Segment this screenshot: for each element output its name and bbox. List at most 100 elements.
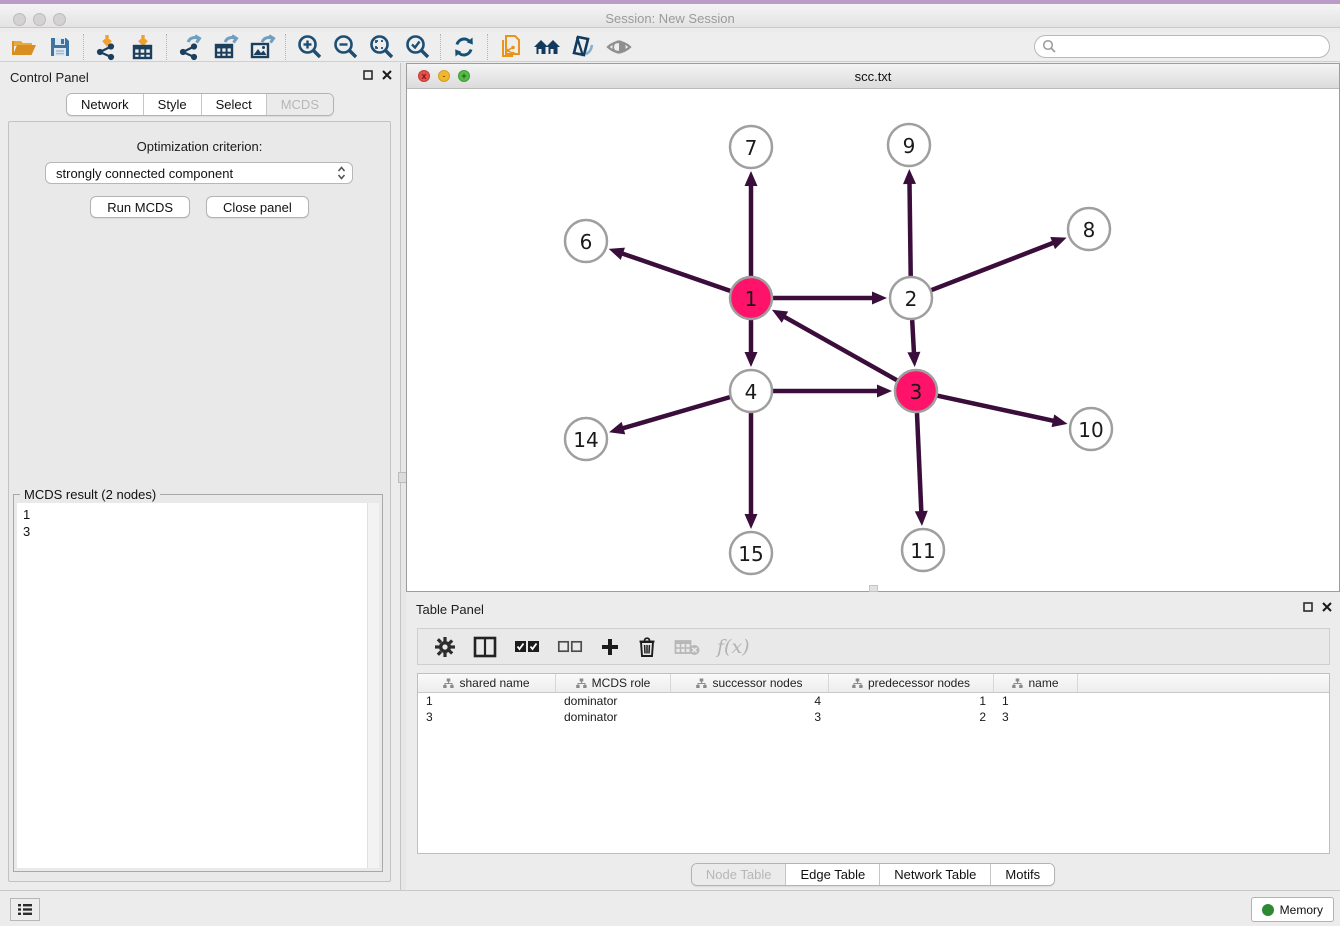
edge-arrowhead — [745, 514, 758, 529]
column-label: successor nodes — [712, 676, 802, 690]
mcds-result-groupbox: MCDS result (2 nodes) 1 3 — [13, 494, 383, 872]
export-image-icon[interactable] — [244, 33, 280, 61]
node-table[interactable]: shared name MCDS role successor nodes prede… — [417, 673, 1330, 854]
cell-shared-name: 1 — [418, 694, 556, 708]
tab-node-table[interactable]: Node Table — [692, 864, 786, 885]
edge-arrowhead — [745, 171, 758, 186]
cell-name: 3 — [994, 710, 1078, 724]
edge-arrowhead — [1050, 237, 1066, 249]
cell-successor-nodes: 3 — [671, 710, 829, 724]
edge-arrowhead — [872, 292, 887, 305]
zoom-fit-icon[interactable] — [363, 33, 399, 61]
refresh-icon[interactable] — [446, 33, 482, 61]
titlebar: Session: New Session — [0, 0, 1340, 28]
network-canvas[interactable]: 7968124314101511 — [407, 89, 1339, 591]
node-label-7: 7 — [745, 136, 758, 160]
zoom-in-icon[interactable] — [291, 33, 327, 61]
home-icon[interactable] — [529, 33, 565, 61]
statusbar: Memory — [0, 890, 1340, 926]
column-layout-icon[interactable] — [473, 634, 497, 660]
edge-4-14[interactable] — [621, 397, 730, 429]
node-label-9: 9 — [903, 134, 916, 158]
tab-style[interactable]: Style — [143, 94, 201, 115]
canvas-grip[interactable] — [869, 585, 878, 592]
table-settings-gear-icon[interactable] — [434, 634, 456, 660]
float-panel-icon[interactable] — [363, 70, 373, 80]
import-network-icon[interactable] — [89, 33, 125, 61]
annotation-flag-icon[interactable] — [565, 33, 601, 61]
copy-network-icon[interactable] — [493, 33, 529, 61]
memory-button[interactable]: Memory — [1251, 897, 1334, 922]
mcds-result-area[interactable]: 1 3 — [17, 503, 379, 868]
column-header-MCDS-role[interactable]: MCDS role — [556, 674, 671, 692]
delete-trash-icon[interactable] — [637, 634, 657, 660]
table-panel-title: Table Panel — [416, 602, 484, 617]
node-label-14: 14 — [573, 428, 598, 452]
criterion-select[interactable]: strongly connected component — [45, 162, 353, 184]
tab-network-table[interactable]: Network Table — [879, 864, 990, 885]
export-network-icon[interactable] — [172, 33, 208, 61]
tab-motifs[interactable]: Motifs — [990, 864, 1054, 885]
column-header-predecessor-nodes[interactable]: predecessor nodes — [829, 674, 994, 692]
select-all-icon[interactable] — [514, 634, 540, 660]
tab-mcds[interactable]: MCDS — [266, 94, 333, 115]
zoom-selected-icon[interactable] — [399, 33, 435, 61]
tab-select[interactable]: Select — [201, 94, 266, 115]
toolbar-separator — [285, 34, 286, 60]
tab-edge-table[interactable]: Edge Table — [785, 864, 879, 885]
edge-2-8[interactable] — [932, 242, 1056, 290]
export-table-icon[interactable] — [208, 33, 244, 61]
chevron-up-down-icon — [337, 166, 346, 180]
close-panel-button[interactable]: Close panel — [206, 196, 309, 218]
search-input[interactable] — [1057, 37, 1329, 56]
run-mcds-button[interactable]: Run MCDS — [90, 196, 190, 218]
save-icon[interactable] — [42, 33, 78, 61]
column-header-name[interactable]: name — [994, 674, 1078, 692]
toolbar-separator — [166, 34, 167, 60]
edge-arrowhead — [609, 422, 625, 434]
edge-3-11[interactable] — [917, 413, 921, 514]
edge-arrowhead — [915, 511, 928, 526]
table-row[interactable]: 1dominator411 — [418, 693, 1329, 709]
zoom-out-icon[interactable] — [327, 33, 363, 61]
node-label-11: 11 — [910, 539, 935, 563]
table-panel: Table Panel — [406, 595, 1340, 862]
column-label: predecessor nodes — [868, 676, 970, 690]
close-panel-icon[interactable] — [382, 70, 392, 80]
add-column-icon[interactable] — [600, 634, 620, 660]
control-panel: Control Panel NetworkStyleSelectMCDS Opt… — [0, 63, 401, 890]
edge-2-3[interactable] — [912, 320, 914, 355]
deselect-all-icon[interactable] — [557, 634, 583, 660]
mcds-result-title: MCDS result (2 nodes) — [20, 487, 160, 502]
table-row[interactable]: 3dominator323 — [418, 709, 1329, 725]
node-label-6: 6 — [580, 230, 593, 254]
window-title: Session: New Session — [0, 11, 1340, 26]
edge-1-6[interactable] — [620, 253, 730, 291]
tab-network[interactable]: Network — [67, 94, 143, 115]
close-table-panel-icon[interactable] — [1322, 602, 1332, 612]
float-table-panel-icon[interactable] — [1303, 602, 1313, 612]
import-table-icon[interactable] — [125, 33, 161, 61]
table-header-row: shared name MCDS role successor nodes prede… — [418, 674, 1329, 693]
delete-table-icon — [674, 634, 700, 660]
search-box[interactable] — [1034, 35, 1330, 58]
node-label-8: 8 — [1083, 218, 1096, 242]
mcds-result-scrollbar[interactable] — [367, 503, 379, 868]
column-header-shared-name[interactable]: shared name — [418, 674, 556, 692]
application-window: Session: New Session — [0, 0, 1340, 926]
column-header-successor-nodes[interactable]: successor nodes — [671, 674, 829, 692]
search-icon — [1042, 39, 1057, 54]
edge-3-10[interactable] — [937, 396, 1055, 422]
column-label: shared name — [459, 676, 529, 690]
task-history-button[interactable] — [10, 898, 40, 921]
open-folder-icon[interactable] — [6, 33, 42, 61]
table-toolbar: f(x) — [417, 628, 1330, 665]
column-label: name — [1028, 676, 1058, 690]
network-window-titlebar[interactable]: x - + scc.txt — [407, 64, 1339, 89]
edge-2-9[interactable] — [909, 181, 910, 276]
mcds-panel: Optimization criterion: strongly connect… — [8, 121, 391, 882]
node-label-4: 4 — [745, 380, 758, 404]
eye-icon[interactable] — [601, 33, 637, 61]
network-title: scc.txt — [407, 69, 1339, 84]
edge-3-1[interactable] — [782, 316, 896, 381]
